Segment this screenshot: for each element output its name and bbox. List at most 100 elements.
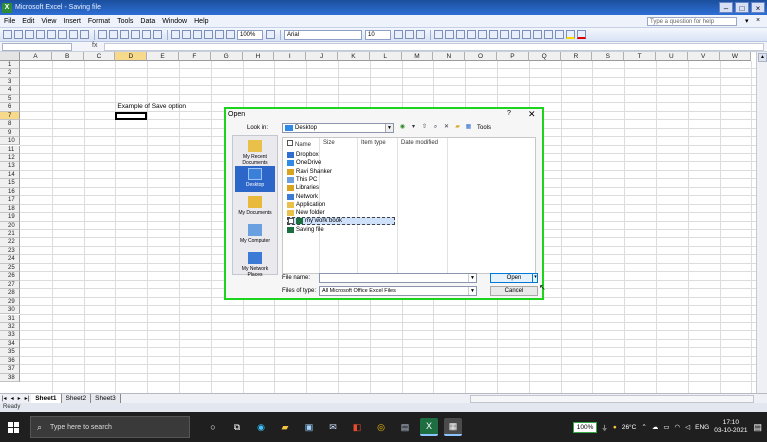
permission-icon[interactable] xyxy=(36,30,45,39)
scroll-up-icon[interactable]: ▲ xyxy=(758,53,767,62)
column-size-header[interactable]: Size xyxy=(323,140,335,146)
cloud-icon[interactable]: ☁ xyxy=(652,423,659,431)
file-list-item[interactable]: New folder xyxy=(287,209,325,217)
row-header[interactable]: 23 xyxy=(0,246,20,256)
row-header[interactable]: 16 xyxy=(0,187,20,197)
column-header[interactable]: M xyxy=(401,52,434,61)
column-header[interactable]: Q xyxy=(528,52,561,61)
column-header[interactable]: E xyxy=(147,52,179,61)
formula-input[interactable] xyxy=(104,43,764,51)
column-header[interactable]: K xyxy=(338,52,370,61)
chevron-down-icon[interactable]: ▼ xyxy=(468,287,476,295)
row-header[interactable]: 35 xyxy=(0,348,20,357)
cut-icon[interactable] xyxy=(98,30,107,39)
row-header[interactable]: 21 xyxy=(0,230,20,239)
help-question-input[interactable]: Type a question for help xyxy=(647,17,737,26)
maximize-button[interactable]: □ xyxy=(735,2,749,13)
file-list-item[interactable]: Saving file xyxy=(287,226,324,234)
row-header[interactable]: 4 xyxy=(0,86,20,95)
row-header[interactable]: 25 xyxy=(0,263,20,273)
up-folder-icon[interactable]: ⇧ xyxy=(420,123,429,132)
chart-wizard-icon[interactable] xyxy=(215,30,224,39)
file-list-item[interactable]: my work book xyxy=(287,217,395,226)
file-list[interactable]: Name Size Item type Date modified Dropbo… xyxy=(282,137,536,275)
name-box[interactable] xyxy=(2,43,72,51)
undo-icon[interactable] xyxy=(142,30,151,39)
item-checkbox[interactable] xyxy=(288,218,294,225)
file-list-item[interactable]: Libraries xyxy=(287,184,319,192)
row-header[interactable]: 11 xyxy=(0,145,20,154)
volume-icon[interactable]: ◁ xyxy=(685,423,690,431)
row-header[interactable]: 19 xyxy=(0,213,20,222)
row-header[interactable]: 20 xyxy=(0,221,20,230)
help-icon[interactable] xyxy=(266,30,275,39)
row-header[interactable]: 12 xyxy=(0,153,20,163)
column-header[interactable]: C xyxy=(83,52,116,61)
column-type-header[interactable]: Item type xyxy=(361,140,386,146)
row-header[interactable]: 3 xyxy=(0,77,20,87)
start-button[interactable] xyxy=(0,412,26,442)
column-header[interactable]: J xyxy=(306,52,338,61)
bold-icon[interactable] xyxy=(394,30,403,39)
cortana-icon[interactable]: ○ xyxy=(204,418,222,436)
print-preview-icon[interactable] xyxy=(69,30,78,39)
sort-ascending-icon[interactable] xyxy=(193,30,202,39)
fill-color-icon[interactable] xyxy=(566,30,575,39)
office-icon[interactable]: ◧ xyxy=(348,418,366,436)
print-icon[interactable] xyxy=(58,30,67,39)
file-list-item[interactable]: Dropbox xyxy=(287,151,319,159)
paste-icon[interactable] xyxy=(120,30,129,39)
file-type-select[interactable]: All Microsoft Office Excel Files ▼ xyxy=(319,286,477,296)
column-header[interactable]: O xyxy=(465,52,497,61)
column-name-header[interactable]: Name xyxy=(287,140,311,148)
chevron-down-icon[interactable]: ▾ xyxy=(745,17,749,25)
column-header[interactable]: U xyxy=(656,52,688,61)
row-header[interactable]: 2 xyxy=(0,69,20,78)
column-header[interactable]: R xyxy=(560,52,593,61)
comma-icon[interactable] xyxy=(500,30,509,39)
save-icon[interactable] xyxy=(25,30,34,39)
new-folder-icon[interactable]: ▰ xyxy=(453,123,462,132)
row-header[interactable]: 30 xyxy=(0,306,20,315)
font-select[interactable]: Arial xyxy=(284,29,362,40)
mail-icon[interactable]: ✉ xyxy=(324,418,342,436)
weather-icon[interactable]: ● xyxy=(613,424,617,431)
row-header[interactable]: 33 xyxy=(0,331,20,340)
look-in-select[interactable]: Desktop ▼ xyxy=(282,123,394,133)
column-header[interactable]: D xyxy=(115,52,148,61)
battery-icon[interactable]: ▭ xyxy=(663,423,669,431)
column-header[interactable]: W xyxy=(719,52,752,61)
row-header[interactable]: 13 xyxy=(0,162,20,171)
row-header[interactable]: 5 xyxy=(0,94,20,104)
column-date-header[interactable]: Date modified xyxy=(401,140,438,146)
row-header[interactable]: 9 xyxy=(0,128,20,138)
next-sheet-icon[interactable]: ▸ xyxy=(18,395,21,402)
minimize-button[interactable]: – xyxy=(719,2,733,13)
views-icon[interactable]: ▦ xyxy=(464,123,473,132)
excel-taskbar-icon[interactable]: X xyxy=(420,418,438,436)
row-header[interactable]: 6 xyxy=(0,103,20,112)
back-icon[interactable]: ◉ xyxy=(398,123,407,132)
new-icon[interactable] xyxy=(3,30,12,39)
file-list-item[interactable]: Network xyxy=(287,193,318,201)
file-list-item[interactable]: OneDrive xyxy=(287,159,321,167)
back-dropdown-icon[interactable]: ▾ xyxy=(409,123,418,132)
row-header[interactable]: 37 xyxy=(0,365,20,374)
row-header[interactable]: 22 xyxy=(0,238,20,247)
chevron-up-icon[interactable]: ⌃ xyxy=(641,423,646,431)
task-view-icon[interactable]: ⧉ xyxy=(228,418,246,436)
row-header[interactable]: 31 xyxy=(0,314,20,323)
battery-indicator[interactable]: 100% xyxy=(572,421,598,433)
sheet-tab-1[interactable]: Sheet1 xyxy=(31,394,62,403)
workbook-close-icon[interactable]: × xyxy=(756,17,760,24)
hyperlink-icon[interactable] xyxy=(171,30,180,39)
fx-icon[interactable]: fx xyxy=(92,42,97,49)
column-header[interactable]: N xyxy=(433,52,466,61)
select-all-corner[interactable] xyxy=(0,52,20,61)
notification-icon[interactable]: ▤ xyxy=(753,422,762,433)
decrease-decimal-icon[interactable] xyxy=(522,30,531,39)
row-header[interactable]: 24 xyxy=(0,255,20,264)
cell-d6-text[interactable]: Example of Save option xyxy=(117,103,186,111)
place-network[interactable]: My Network Places xyxy=(235,250,275,278)
wifi-icon[interactable]: ◠ xyxy=(674,423,680,431)
